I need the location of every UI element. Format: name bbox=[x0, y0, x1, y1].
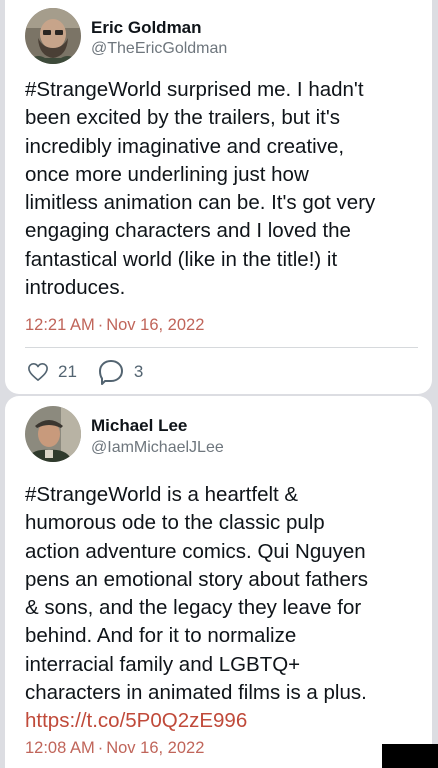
author-name[interactable]: Eric Goldman bbox=[91, 18, 202, 38]
author-handle[interactable]: @TheEricGoldman bbox=[91, 40, 227, 58]
tweet-card[interactable]: Michael Lee @IamMichaelJLee #StrangeWorl… bbox=[5, 396, 432, 768]
tweet-text-line: humorous ode to the classic pulp bbox=[25, 511, 325, 535]
tweet-text-line: introduces. bbox=[25, 276, 126, 300]
timestamp-separator: · bbox=[97, 739, 104, 757]
tweet-text-line: #StrangeWorld is a heartfelt & bbox=[25, 483, 299, 506]
tweet-date: Nov 16, 2022 bbox=[106, 739, 205, 757]
redaction-box bbox=[382, 744, 438, 768]
reply-button[interactable]: 3 bbox=[97, 358, 143, 386]
tweet-time: 12:08 AM bbox=[25, 739, 95, 757]
tweet-text-line: #StrangeWorld surprised me. I hadn't bbox=[25, 78, 364, 101]
avatar[interactable] bbox=[25, 406, 81, 462]
avatar-photo-icon bbox=[25, 8, 81, 64]
tweet-text-line: incredibly imaginative and creative, bbox=[25, 134, 345, 158]
tweet-text-line: characters in animated films is a plus. bbox=[25, 681, 367, 705]
tweet-text-line: limitless animation can be. It's got ver… bbox=[25, 191, 376, 215]
speech-bubble-icon bbox=[98, 360, 123, 385]
reply-count: 3 bbox=[133, 362, 144, 381]
tweet-text-line: been excited by the trailers, but it's bbox=[25, 106, 340, 130]
tweet-text-line: once more underlining just how bbox=[25, 162, 309, 186]
tweet-date: Nov 16, 2022 bbox=[106, 316, 205, 334]
avatar[interactable] bbox=[25, 8, 81, 64]
tweet-text-line: action adventure comics. Qui Nguyen bbox=[25, 539, 366, 563]
tweet-text-line: & sons, and the legacy they leave for bbox=[25, 596, 362, 620]
like-button[interactable]: 21 bbox=[27, 362, 77, 382]
timestamp-separator: · bbox=[97, 316, 104, 334]
screenshot-canvas: Eric Goldman @TheEricGoldman #StrangeWor… bbox=[0, 0, 438, 768]
tweet-card[interactable]: Eric Goldman @TheEricGoldman #StrangeWor… bbox=[5, 0, 432, 394]
tweet-link[interactable]: https://t.co/5P0Q2zE996 bbox=[25, 707, 425, 735]
tweet-timestamp[interactable]: 12:08 AM · Nov 16, 2022 bbox=[25, 739, 204, 758]
divider bbox=[25, 347, 418, 348]
tweet-text-line: interracial family and LGBTQ+ bbox=[25, 652, 301, 676]
tweet-time: 12:21 AM bbox=[25, 316, 95, 334]
tweet-text-line: engaging characters and I loved the bbox=[25, 219, 351, 243]
tweet-actions: 21 3 bbox=[27, 358, 163, 386]
tweet-text: #StrangeWorld is a heartfelt & humorous … bbox=[25, 481, 425, 736]
tweet-text: #StrangeWorld surprised me. I hadn't bee… bbox=[25, 76, 425, 302]
like-count: 21 bbox=[58, 362, 77, 381]
author-name[interactable]: Michael Lee bbox=[91, 416, 187, 436]
avatar-photo-icon bbox=[25, 406, 81, 462]
tweet-text-line: behind. And for it to normalize bbox=[25, 624, 297, 648]
author-handle[interactable]: @IamMichaelJLee bbox=[91, 439, 224, 457]
heart-outline-icon bbox=[28, 363, 48, 381]
tweet-timestamp[interactable]: 12:21 AM · Nov 16, 2022 bbox=[25, 316, 204, 335]
tweet-text-line: fantastical world (like in the title!) i… bbox=[25, 247, 338, 271]
tweet-text-line: pens an emotional story about fathers bbox=[25, 567, 369, 591]
